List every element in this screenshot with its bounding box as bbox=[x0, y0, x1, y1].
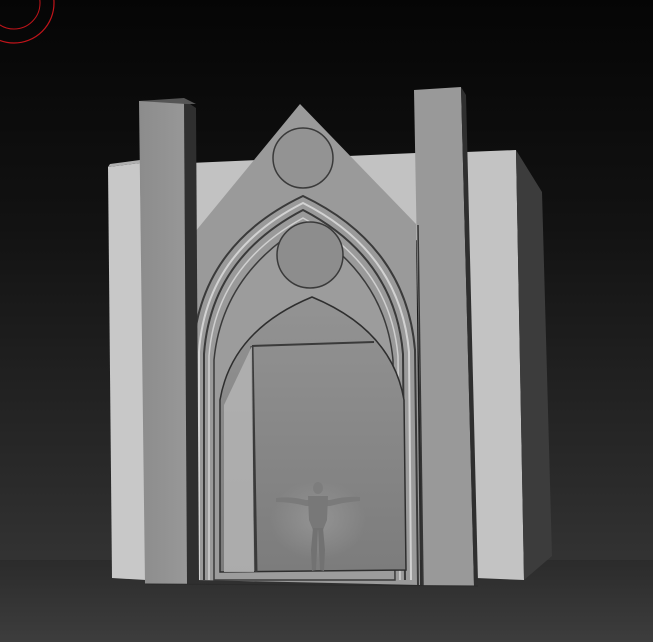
transform-gizmo-icon[interactable] bbox=[0, 0, 55, 44]
scene-canvas[interactable] bbox=[0, 0, 653, 642]
left-pillar-front bbox=[139, 100, 187, 584]
figure-torso bbox=[308, 496, 328, 530]
3d-viewport[interactable] bbox=[0, 0, 653, 642]
gable-roundel bbox=[272, 127, 334, 189]
left-wall-block bbox=[108, 163, 146, 580]
arch-roundel bbox=[276, 221, 344, 289]
figure-head bbox=[313, 482, 323, 494]
